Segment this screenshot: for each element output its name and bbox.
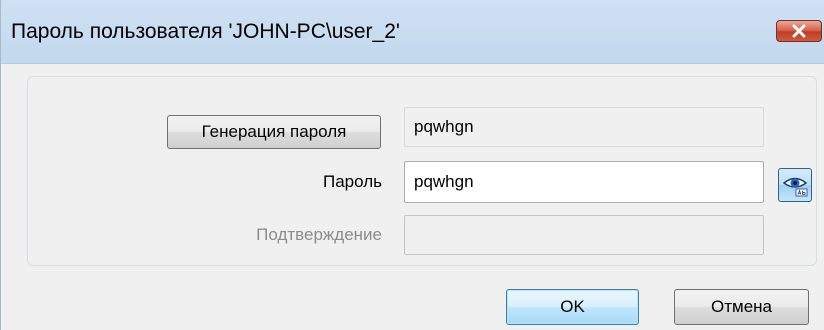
confirm-password-input[interactable] [404,215,764,255]
generated-password-field: pqwhgn [404,107,764,147]
window-title: Пароль пользователя 'JOHN-PC\user_2' [11,20,400,43]
close-icon [792,24,806,38]
generated-password-value: pqwhgn [414,117,474,136]
generate-password-button[interactable]: Генерация пароля [167,115,381,149]
dialog-content: Генерация пароля pqwhgn Пароль pqwhgn По… [1,64,824,330]
password-input[interactable]: pqwhgn [404,161,764,203]
show-password-button[interactable] [778,168,812,202]
password-label: Пароль [323,172,382,191]
cancel-button[interactable]: Отмена [674,289,809,325]
confirm-label: Подтверждение [256,225,382,244]
ok-button[interactable]: OK [506,289,639,325]
close-button[interactable] [776,20,822,42]
title-bar[interactable]: Пароль пользователя 'JOHN-PC\user_2' [1,0,824,64]
password-input-value: pqwhgn [414,172,474,191]
password-dialog: Пароль пользователя 'JOHN-PC\user_2' Ген… [0,0,824,330]
password-group-panel: Генерация пароля pqwhgn Пароль pqwhgn По… [27,76,817,266]
eye-icon [782,177,808,197]
